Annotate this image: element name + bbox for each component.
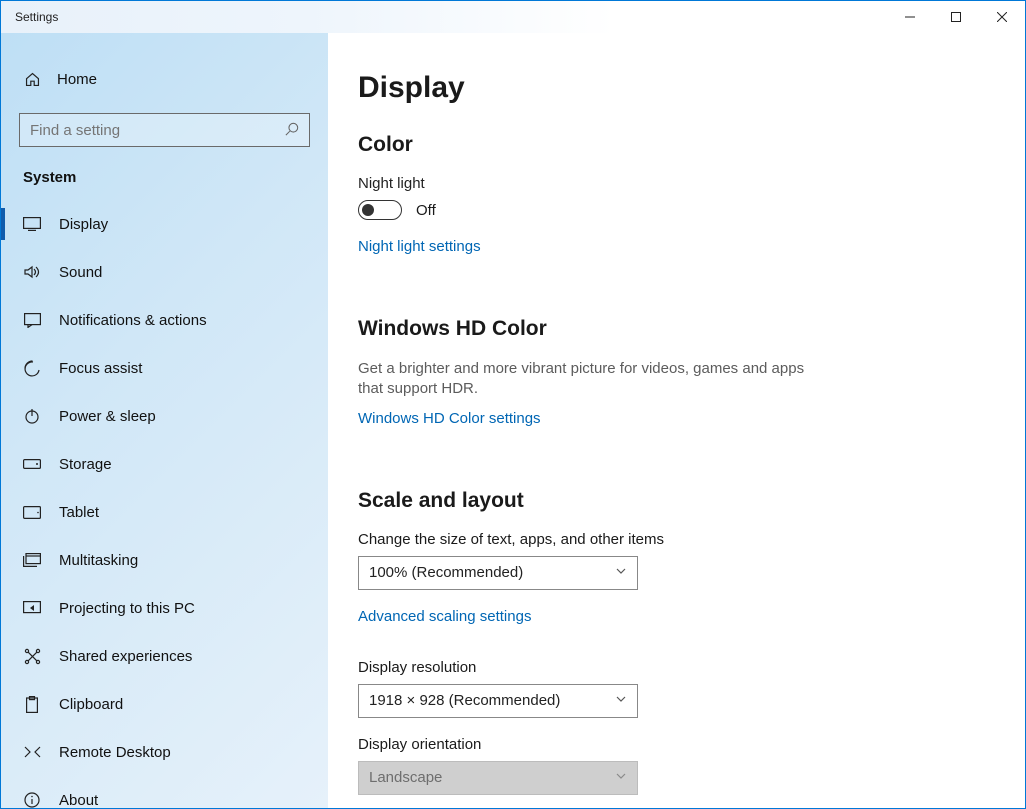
- sidebar-item-sound[interactable]: Sound: [1, 248, 328, 296]
- resolution-select[interactable]: 1918 × 928 (Recommended): [358, 684, 638, 718]
- sound-icon: [23, 263, 41, 281]
- sidebar-item-label: Notifications & actions: [59, 312, 207, 329]
- sidebar-item-storage[interactable]: Storage: [1, 440, 328, 488]
- sidebar-item-label: Remote Desktop: [59, 744, 171, 761]
- sidebar-item-label: Tablet: [59, 504, 99, 521]
- maximize-icon: [951, 12, 961, 22]
- window-controls: [887, 1, 1025, 33]
- search-wrap: [1, 99, 328, 157]
- power-icon: [23, 407, 41, 425]
- storage-icon: [23, 455, 41, 473]
- chevron-down-icon: [615, 692, 627, 709]
- shared-experiences-icon: [23, 647, 41, 665]
- about-icon: [23, 791, 41, 808]
- sidebar-item-label: Clipboard: [59, 696, 123, 713]
- sidebar-item-shared-experiences[interactable]: Shared experiences: [1, 632, 328, 680]
- maximize-button[interactable]: [933, 1, 979, 33]
- sidebar: Home System Display Sound: [1, 33, 328, 808]
- sidebar-item-notifications[interactable]: Notifications & actions: [1, 296, 328, 344]
- chevron-down-icon: [615, 564, 627, 581]
- section-color-heading: Color: [358, 133, 995, 157]
- sidebar-category: System: [1, 157, 328, 200]
- sidebar-item-label: Focus assist: [59, 360, 142, 377]
- sidebar-item-label: Display: [59, 216, 108, 233]
- sidebar-item-power-sleep[interactable]: Power & sleep: [1, 392, 328, 440]
- sidebar-item-label: About: [59, 792, 98, 809]
- remote-desktop-icon: [23, 743, 41, 761]
- scale-label: Change the size of text, apps, and other…: [358, 531, 995, 548]
- scale-select[interactable]: 100% (Recommended): [358, 556, 638, 590]
- home-label: Home: [57, 71, 97, 88]
- resolution-select-value: 1918 × 928 (Recommended): [369, 692, 560, 709]
- sidebar-item-multitasking[interactable]: Multitasking: [1, 536, 328, 584]
- close-icon: [997, 12, 1007, 22]
- hd-color-settings-link[interactable]: Windows HD Color settings: [358, 410, 541, 427]
- clipboard-icon: [23, 695, 41, 713]
- sidebar-nav: Display Sound Notifications & actions Fo…: [1, 200, 328, 808]
- minimize-button[interactable]: [887, 1, 933, 33]
- sidebar-item-remote-desktop[interactable]: Remote Desktop: [1, 728, 328, 776]
- notifications-icon: [23, 311, 41, 329]
- orientation-select-value: Landscape: [369, 769, 442, 786]
- sidebar-item-label: Storage: [59, 456, 112, 473]
- sidebar-item-label: Power & sleep: [59, 408, 156, 425]
- minimize-icon: [905, 12, 915, 22]
- tablet-icon: [23, 503, 41, 521]
- sidebar-item-label: Shared experiences: [59, 648, 192, 665]
- content-area: Display Color Night light Off Night ligh…: [328, 33, 1025, 808]
- advanced-scaling-link[interactable]: Advanced scaling settings: [358, 608, 531, 625]
- night-light-state: Off: [416, 202, 436, 219]
- sidebar-item-label: Projecting to this PC: [59, 600, 195, 617]
- sidebar-item-label: Sound: [59, 264, 102, 281]
- toggle-knob: [362, 204, 374, 216]
- sidebar-item-tablet[interactable]: Tablet: [1, 488, 328, 536]
- sidebar-item-about[interactable]: About: [1, 776, 328, 808]
- sidebar-item-label: Multitasking: [59, 552, 138, 569]
- sidebar-item-projecting[interactable]: Projecting to this PC: [1, 584, 328, 632]
- window-body: Home System Display Sound: [1, 33, 1025, 808]
- sidebar-item-focus-assist[interactable]: Focus assist: [1, 344, 328, 392]
- multitasking-icon: [23, 551, 41, 569]
- night-light-label: Night light: [358, 175, 995, 192]
- settings-window: Settings Home: [0, 0, 1026, 809]
- hd-description: Get a brighter and more vibrant picture …: [358, 359, 818, 400]
- sidebar-item-clipboard[interactable]: Clipboard: [1, 680, 328, 728]
- orientation-select: Landscape: [358, 761, 638, 795]
- projecting-icon: [23, 599, 41, 617]
- window-title: Settings: [1, 10, 58, 24]
- night-light-toggle[interactable]: [358, 200, 402, 220]
- orientation-label: Display orientation: [358, 736, 995, 753]
- chevron-down-icon: [615, 769, 627, 786]
- close-button[interactable]: [979, 1, 1025, 33]
- night-light-settings-link[interactable]: Night light settings: [358, 238, 481, 255]
- search-icon: [285, 122, 299, 139]
- night-light-toggle-row: Off: [358, 200, 995, 220]
- sidebar-item-display[interactable]: Display: [1, 200, 328, 248]
- titlebar[interactable]: Settings: [1, 1, 1025, 33]
- home-icon: [23, 71, 41, 88]
- search-input[interactable]: [30, 122, 270, 139]
- resolution-label: Display resolution: [358, 659, 995, 676]
- section-scale-heading: Scale and layout: [358, 489, 995, 513]
- focus-assist-icon: [23, 359, 41, 377]
- home-button[interactable]: Home: [1, 59, 328, 99]
- page-title: Display: [358, 71, 995, 105]
- scale-select-value: 100% (Recommended): [369, 564, 523, 581]
- search-box[interactable]: [19, 113, 310, 147]
- display-icon: [23, 215, 41, 233]
- section-hd-heading: Windows HD Color: [358, 317, 995, 341]
